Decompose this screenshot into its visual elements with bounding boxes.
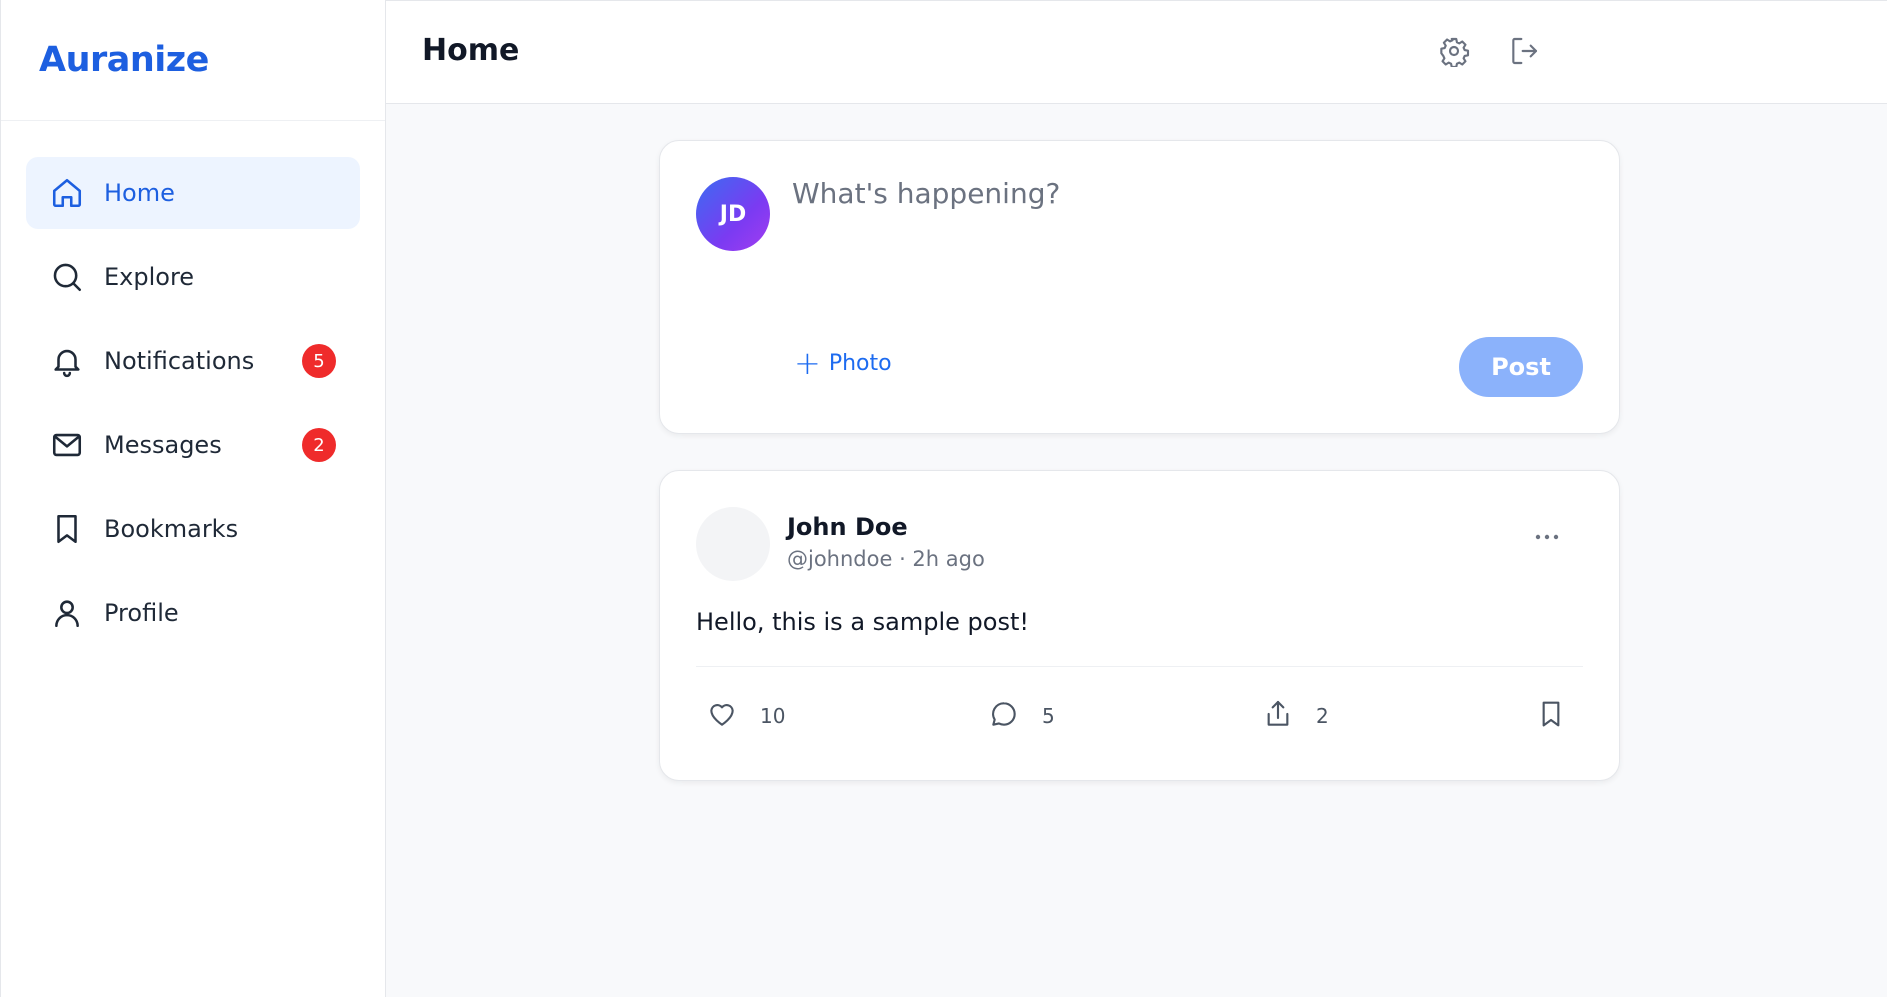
bookmark-button[interactable] bbox=[1535, 698, 1567, 734]
sidebar: Auranize Home Explore Notifications 5 Me… bbox=[0, 0, 386, 997]
sidebar-item-bookmarks[interactable]: Bookmarks bbox=[26, 493, 360, 565]
logout-icon bbox=[1508, 35, 1540, 71]
main-nav: Home Explore Notifications 5 Messages 2 … bbox=[1, 121, 385, 649]
user-icon bbox=[50, 596, 84, 630]
like-count: 10 bbox=[760, 704, 786, 728]
sidebar-item-home[interactable]: Home bbox=[26, 157, 360, 229]
top-header: Home bbox=[386, 0, 1887, 104]
sidebar-item-label: Messages bbox=[104, 431, 222, 459]
comment-button[interactable]: 5 bbox=[988, 698, 1055, 734]
post-button[interactable]: Post bbox=[1459, 337, 1583, 397]
post-meta: @johndoe · 2h ago bbox=[787, 547, 985, 571]
post-body: Hello, this is a sample post! bbox=[696, 608, 1029, 636]
bookmark-icon bbox=[50, 512, 84, 546]
compose-input[interactable] bbox=[792, 177, 1582, 297]
sidebar-item-messages[interactable]: Messages 2 bbox=[26, 409, 360, 481]
plus-icon: + bbox=[794, 344, 821, 382]
avatar[interactable]: JD bbox=[696, 177, 770, 251]
sidebar-item-profile[interactable]: Profile bbox=[26, 577, 360, 649]
comment-count: 5 bbox=[1042, 704, 1055, 728]
notification-badge: 5 bbox=[302, 344, 336, 378]
mail-icon bbox=[50, 428, 84, 462]
messages-badge: 2 bbox=[302, 428, 336, 462]
home-icon bbox=[50, 176, 84, 210]
sidebar-item-label: Notifications bbox=[104, 347, 255, 375]
share-icon bbox=[1262, 698, 1294, 734]
sidebar-item-explore[interactable]: Explore bbox=[26, 241, 360, 313]
bell-icon bbox=[50, 344, 84, 378]
divider bbox=[696, 666, 1583, 667]
brand-logo[interactable]: Auranize bbox=[39, 40, 209, 80]
sidebar-item-notifications[interactable]: Notifications 5 bbox=[26, 325, 360, 397]
settings-button[interactable] bbox=[1436, 35, 1472, 71]
post-composer: JD + Photo Post bbox=[659, 140, 1620, 434]
add-photo-button[interactable]: + Photo bbox=[794, 347, 892, 379]
post-author-name[interactable]: John Doe bbox=[787, 513, 908, 541]
sidebar-item-label: Bookmarks bbox=[104, 515, 239, 543]
post-card: John Doe @johndoe · 2h ago Hello, this i… bbox=[659, 470, 1620, 781]
sidebar-item-label: Explore bbox=[104, 263, 195, 291]
gear-icon bbox=[1438, 35, 1470, 71]
sidebar-item-label: Profile bbox=[104, 599, 179, 627]
more-horizontal-icon bbox=[1534, 526, 1560, 545]
share-count: 2 bbox=[1316, 704, 1329, 728]
like-button[interactable]: 10 bbox=[706, 698, 785, 734]
page-title: Home bbox=[422, 33, 520, 68]
share-button[interactable]: 2 bbox=[1262, 698, 1329, 734]
sidebar-item-label: Home bbox=[104, 179, 175, 207]
search-icon bbox=[50, 260, 84, 294]
add-photo-label: Photo bbox=[828, 350, 892, 376]
logout-button[interactable] bbox=[1506, 35, 1542, 71]
brand-header: Auranize bbox=[1, 0, 385, 121]
comment-icon bbox=[988, 698, 1020, 734]
more-options-button[interactable] bbox=[1531, 523, 1563, 547]
bookmark-icon bbox=[1535, 698, 1567, 734]
avatar[interactable] bbox=[696, 507, 770, 581]
heart-icon bbox=[706, 698, 738, 734]
